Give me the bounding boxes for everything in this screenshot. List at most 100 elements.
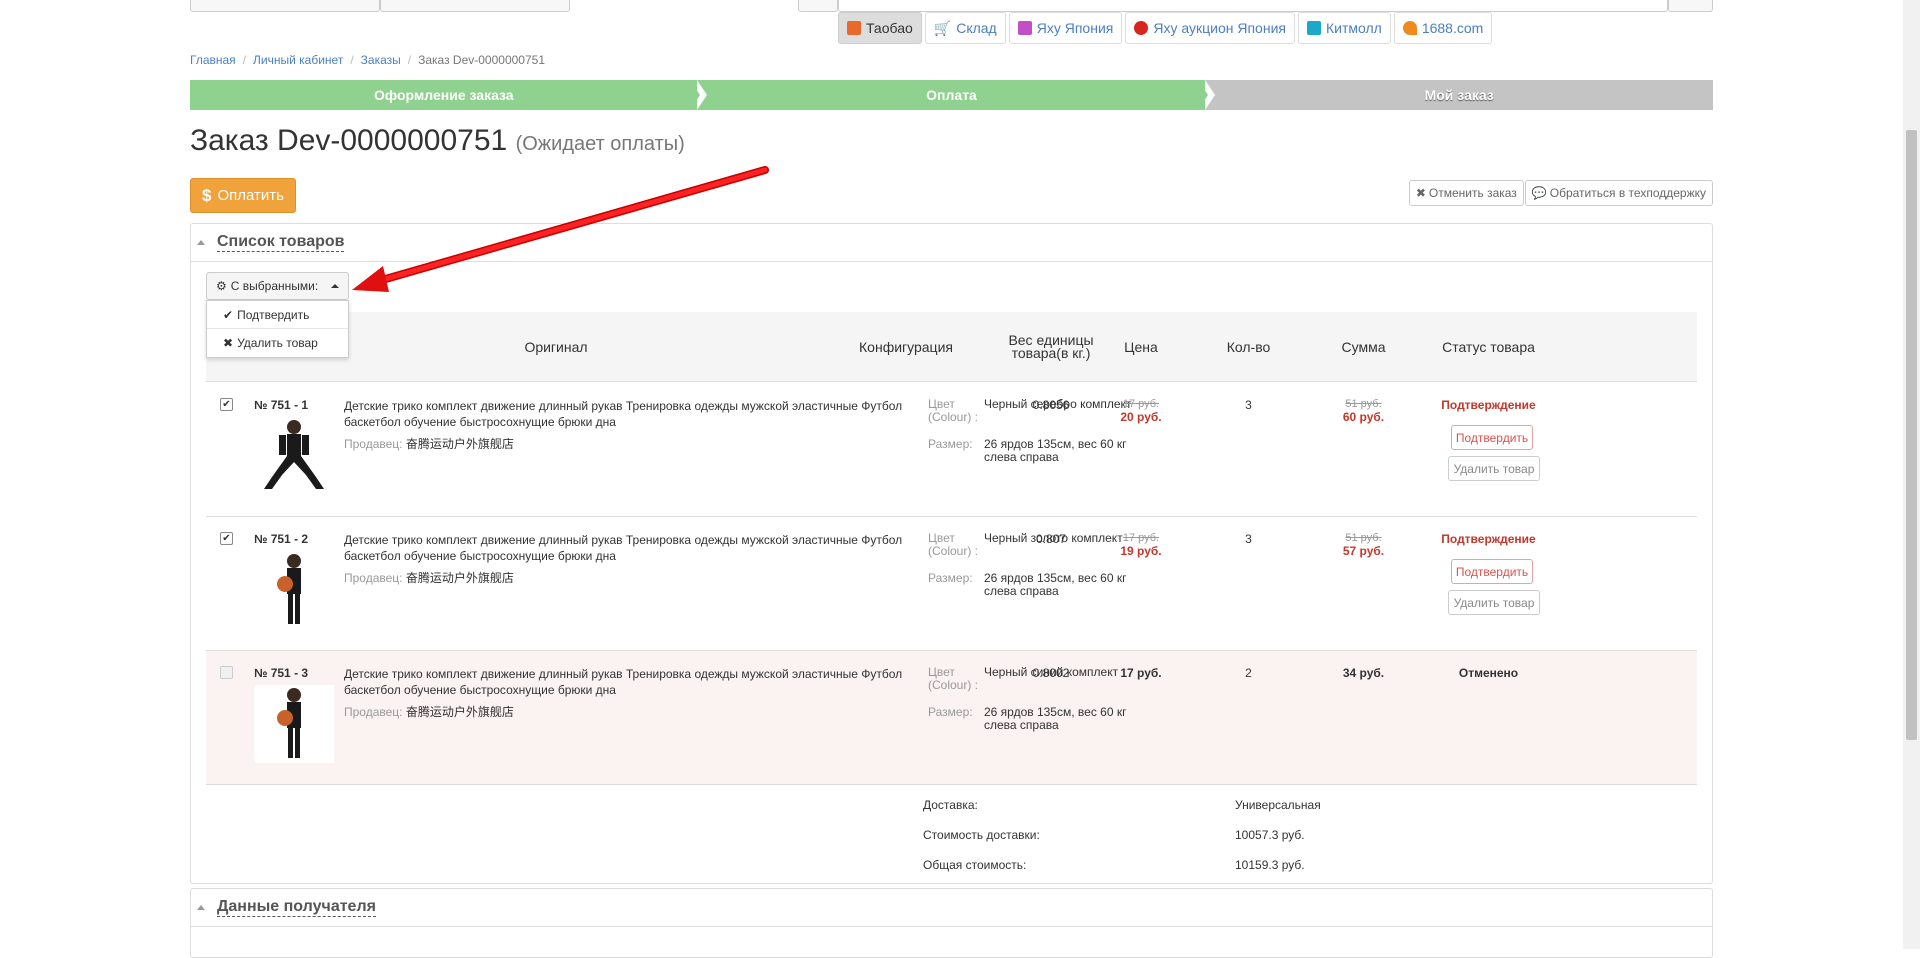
size-label: Размер: [928,437,973,451]
tab-taobao[interactable]: Таобао [838,12,922,44]
price-cell: 17 руб. 19 руб. [1096,532,1186,558]
product-title[interactable]: Детские трико комплект движение длинный … [344,398,914,430]
confirm-item-button[interactable]: Подтвердить [1451,425,1533,450]
price-new: 19 руб. [1120,544,1162,558]
kitmall-icon [1306,21,1321,35]
tab-yahoo-japan[interactable]: Яху Япония [1008,12,1123,44]
row-checkbox[interactable]: ✔ [220,398,233,411]
qty-value: 3 [1245,398,1252,412]
price-cell: 17 руб. 20 руб. [1096,398,1186,424]
step-divider [1198,80,1208,110]
kid-figure-image [277,554,301,624]
delivery-cost-value: 10057.3 руб. [1235,828,1305,842]
goods-panel-title[interactable]: Список товаров [217,233,345,252]
table-row: ✔ № 751 - 1 Детские трико комплект движе… [206,383,1697,517]
price-value: 17 руб. [1120,666,1162,680]
confirm-item-button[interactable]: Подтвердить [1451,559,1533,584]
top-search-bar [190,0,1713,12]
status-badge: Подтверждение [1441,532,1536,546]
status-badge: Подтверждение [1441,398,1536,412]
tab-kitmall[interactable]: Китмолл [1297,12,1391,44]
provider-tabs: Таобао 🛒 Склад Яху Япония Яху аукцион Япо… [838,12,1493,44]
tab-warehouse[interactable]: 🛒 Склад [924,12,1006,44]
breadcrumb-account[interactable]: Личный кабинет [253,53,343,67]
seller-name[interactable]: 奋腾运动户外旗舰店 [406,571,514,585]
col-weight: Вес единицы товара(в кг.) [1008,332,1094,361]
step-payment: Оплата [697,80,1206,110]
seller: Продавец: 奋腾运动户外旗舰店 [344,437,514,451]
order-steps: Оформление заказа Оплата Мой заказ [190,80,1714,110]
sum-new: 57 руб. [1342,544,1385,558]
delete-item-button[interactable]: Удалить товар [1448,590,1540,615]
kid-figure-image [264,420,324,489]
product-image[interactable] [254,551,334,629]
step-my-order: Мой заказ [1205,80,1714,110]
item-number: № 751 - 3 [254,666,309,680]
breadcrumb-separator: / [350,53,354,67]
kid-figure-image [277,688,301,758]
order-actions: ✖ Отменить заказ 💬 Обратиться в техподдерж… [1408,180,1713,206]
size-label: Размер: [928,705,973,719]
close-icon: ✖ [1415,186,1426,200]
search-button[interactable] [1668,0,1713,12]
col-sum: Сумма [1341,338,1386,355]
collapse-caret-icon[interactable] [197,240,205,245]
sum-new: 60 руб. [1342,410,1385,424]
row-checkbox[interactable] [220,666,233,679]
delete-item-button[interactable]: Удалить товар [1448,456,1540,481]
1688-icon [1402,21,1417,35]
seller-name[interactable]: 奋腾运动户外旗舰店 [406,437,514,451]
scrollbar[interactable] [1903,0,1920,949]
search-input[interactable] [838,0,1668,12]
breadcrumb-orders[interactable]: Заказы [361,53,401,67]
product-title[interactable]: Детские трико комплект движение длинный … [344,532,914,564]
menu-confirm[interactable]: ✔ Подтвердить [207,301,348,329]
qty-value: 3 [1245,532,1252,546]
close-icon: ✖ [223,336,234,350]
comments-icon: 💬 [1531,186,1547,200]
scrollbar-thumb[interactable] [1906,130,1917,740]
breadcrumb-home[interactable]: Главная [190,53,236,67]
cancel-order-button[interactable]: ✖ Отменить заказ [1408,180,1524,206]
menu-delete[interactable]: ✖ Удалить товар [207,329,348,357]
total-value: 10159.3 руб. [1235,858,1305,872]
support-button[interactable]: 💬 Обратиться в техподдержку [1524,180,1713,206]
seller-name[interactable]: 奋腾运动户外旗舰店 [406,705,514,719]
product-title[interactable]: Детские трико комплект движение длинный … [344,666,914,698]
table-row: ✔ № 751 - 2 Детские трико комплект движе… [206,517,1697,651]
weight-value: 0.8002 [1032,666,1070,680]
row-checkbox[interactable]: ✔ [220,532,233,545]
delivery-value: Универсальная [1235,798,1321,812]
pay-button[interactable]: $ Оплатить [190,178,296,213]
yahoo-icon [1017,21,1032,35]
size-value: 26 ярдов 135см, вес 60 кг слева справа [984,705,1127,732]
color-label: Цвет (Colour) : [928,665,979,692]
col-config: Конфигурация [859,338,953,355]
collapse-caret-icon[interactable] [197,905,205,910]
tab-yahoo-auction[interactable]: Яху аукцион Япония [1125,12,1295,44]
cart-icon: 🛒 [933,19,952,36]
breadcrumb-separator: / [407,53,412,67]
goods-panel-header[interactable]: Список товаров [191,224,1712,262]
tab-1688[interactable]: 1688.com [1393,12,1493,44]
qty-value: 2 [1245,666,1252,680]
top-left-button-2[interactable] [380,0,570,12]
price-old: 17 руб. [1122,532,1160,544]
col-price: Цена [1124,338,1158,355]
price-old: 17 руб. [1122,398,1160,410]
col-qty: Кол-во [1226,338,1271,355]
top-left-button[interactable] [190,0,380,12]
product-image[interactable] [254,685,334,763]
weight-value: 0.8056 [1032,398,1070,412]
search-category-button[interactable] [798,0,838,12]
recipient-panel-header[interactable]: Данные получателя [191,889,1712,927]
price-new: 20 руб. [1120,410,1162,424]
with-selected-dropdown[interactable]: ⚙ С выбранными: [206,272,349,300]
order-status: (Ожидает оплаты) [515,133,685,155]
breadcrumb-separator: / [242,53,247,67]
caret-up-icon [331,284,339,288]
recipient-panel-title[interactable]: Данные получателя [217,898,376,917]
product-image[interactable] [254,417,334,495]
table-row: № 751 - 3 Детские трико комплект движени… [206,651,1697,785]
seller: Продавец: 奋腾运动户外旗舰店 [344,705,514,719]
